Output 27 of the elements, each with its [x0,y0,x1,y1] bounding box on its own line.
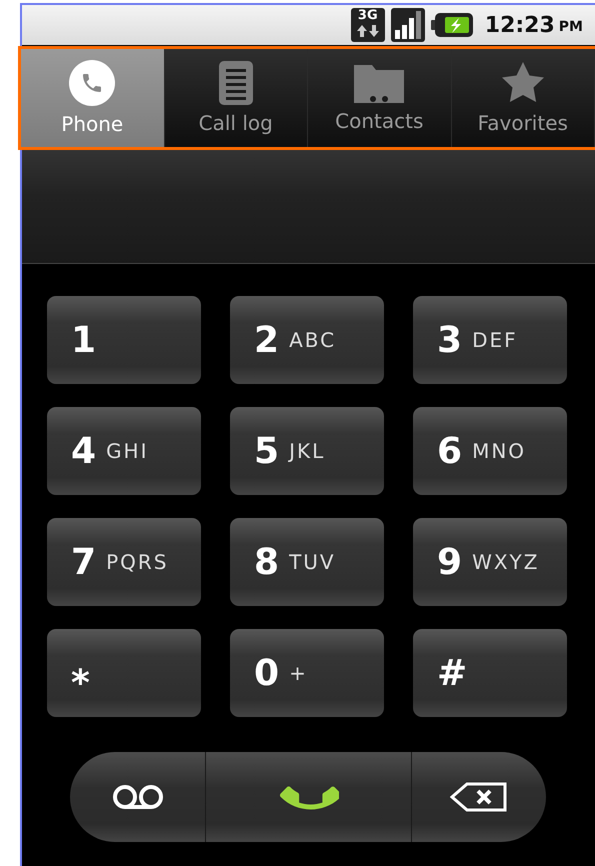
dial-key[interactable]: # [413,629,567,717]
backspace-icon [450,782,508,812]
dial-key[interactable]: ⁎ [47,629,201,717]
tab[interactable]: Phone [21,49,164,147]
battery-charging-icon [430,13,473,37]
phone-icon [67,60,118,106]
clock-time: 12:23 [484,12,555,38]
network-type-icon: 3G [350,8,385,42]
list-icon [218,61,253,105]
dial-key[interactable]: 4 GHI [47,407,201,495]
tab[interactable]: Contacts [308,49,452,147]
tab[interactable]: Call log [164,49,308,147]
voicemail-icon [112,784,164,810]
dial-key[interactable]: 1 [47,296,201,384]
clock-meridiem: PM [558,18,583,35]
dial-key[interactable]: 0 + [230,629,384,717]
folder-icon [354,63,404,103]
dial-key[interactable]: 3 DEF [413,296,567,384]
signal-icon [390,8,425,42]
star-icon [500,61,546,105]
dial-key[interactable]: 6 MNO [413,407,567,495]
dial-key[interactable]: 7 PQRS [47,518,201,606]
dial-key[interactable]: 9 WXYZ [413,518,567,606]
dial-key[interactable]: 8 TUV [230,518,384,606]
dial-key[interactable]: 5 JKL [230,407,384,495]
tab[interactable]: Favorites [452,49,595,147]
dial-key[interactable]: 2 ABC [230,296,384,384]
